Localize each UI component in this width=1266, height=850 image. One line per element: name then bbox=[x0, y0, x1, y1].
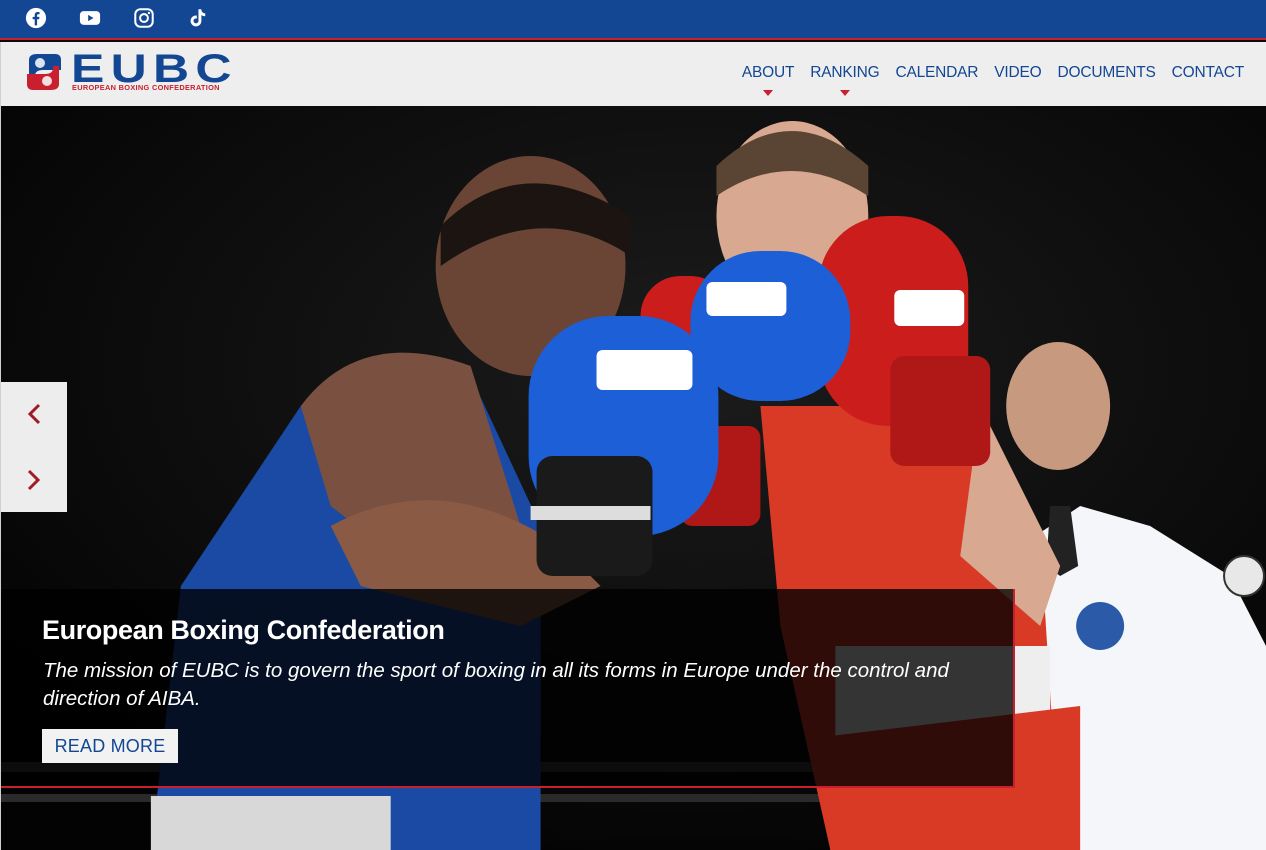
nav-item-ranking[interactable]: RANKING bbox=[810, 64, 880, 96]
nav-item-label: RANKING bbox=[810, 64, 880, 81]
slider-prev-button[interactable] bbox=[1, 382, 67, 446]
boxing-glove-logo-icon bbox=[27, 54, 61, 90]
nav-item-label: VIDEO bbox=[994, 64, 1042, 81]
slide-description: The mission of EUBC is to govern the spo… bbox=[43, 659, 949, 710]
slide-caption: European Boxing Confederation The missio… bbox=[1, 589, 1015, 788]
nav-item-label: CONTACT bbox=[1171, 64, 1245, 81]
social-bar bbox=[0, 0, 1266, 40]
nav-item-label: DOCUMENTS bbox=[1057, 64, 1156, 81]
nav-item-calendar[interactable]: CALENDAR bbox=[895, 64, 978, 82]
instagram-icon[interactable] bbox=[132, 6, 156, 30]
nav-item-contact[interactable]: CONTACT bbox=[1171, 64, 1245, 82]
chevron-left-icon bbox=[27, 403, 41, 425]
nav-item-video[interactable]: VIDEO bbox=[994, 64, 1041, 82]
nav-item-label: ABOUT bbox=[741, 64, 795, 81]
youtube-icon[interactable] bbox=[78, 6, 102, 30]
slider-controls bbox=[1, 382, 67, 512]
site-header: EUBC EUROPEAN BOXING CONFEDERATION ABOUT… bbox=[0, 42, 1266, 106]
tiktok-icon[interactable] bbox=[186, 6, 210, 30]
logo-subtitle: EUROPEAN BOXING CONFEDERATION bbox=[72, 83, 220, 92]
slider-next-button[interactable] bbox=[1, 448, 67, 512]
read-more-button[interactable]: READ MORE bbox=[42, 729, 178, 763]
slide-title: European Boxing Confederation bbox=[42, 615, 445, 645]
nav-item-about[interactable]: ABOUT bbox=[741, 64, 795, 96]
main-nav: ABOUT RANKING CALENDAR VIDEO DOCUMENTS C… bbox=[741, 64, 1245, 96]
hero-slider: European Boxing Confederation The missio… bbox=[0, 106, 1266, 850]
eubc-logo[interactable]: EUBC EUROPEAN BOXING CONFEDERATION bbox=[25, 47, 265, 97]
caret-down-icon bbox=[839, 90, 850, 96]
caret-down-icon bbox=[763, 90, 774, 96]
chevron-right-icon bbox=[27, 469, 41, 491]
facebook-icon[interactable] bbox=[24, 6, 48, 30]
nav-item-documents[interactable]: DOCUMENTS bbox=[1058, 64, 1156, 82]
nav-item-label: CALENDAR bbox=[895, 64, 979, 81]
